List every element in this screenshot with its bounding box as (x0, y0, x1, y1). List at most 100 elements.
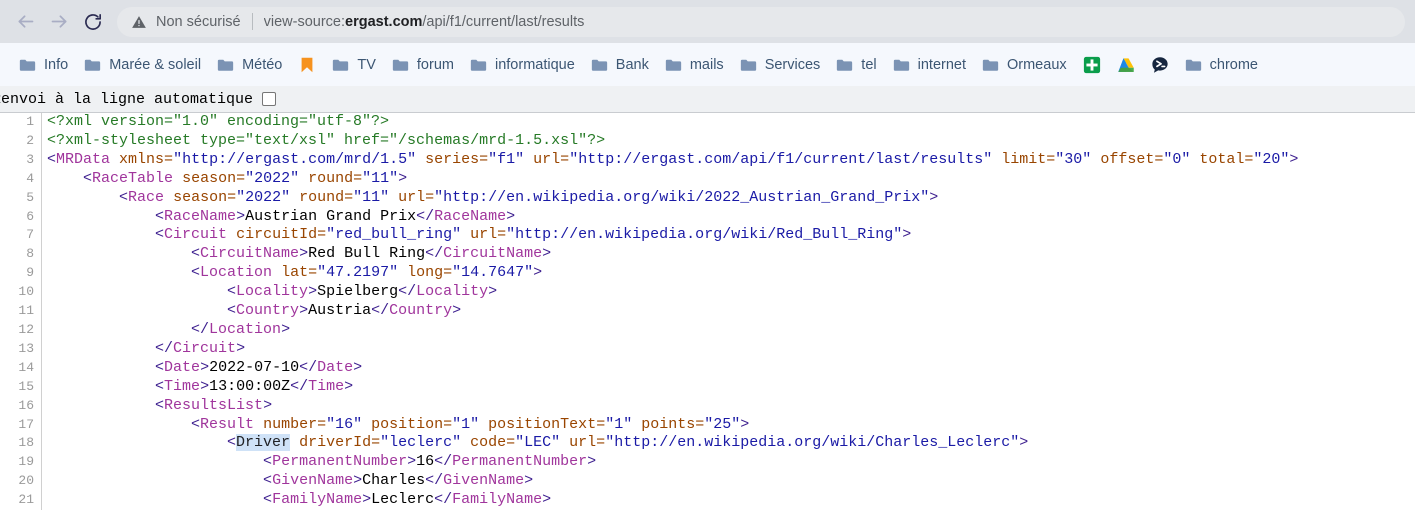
line-content[interactable]: <Race season="2022" round="11" url="http… (42, 189, 1415, 208)
warning-triangle-icon (131, 14, 147, 30)
code-token: </ (416, 207, 435, 225)
code-token: Austria (308, 302, 372, 320)
code-token: > (236, 339, 246, 357)
bookmark-forum[interactable]: forum (385, 51, 461, 79)
reload-button[interactable] (76, 5, 110, 39)
line-content[interactable]: <Circuit circuitId="red_bull_ring" url="… (42, 226, 1415, 245)
bookmark-label: Météo (242, 56, 283, 73)
code-token: Red Bull Ring (308, 245, 426, 263)
bookmark-google-drive[interactable] (1110, 51, 1142, 79)
code-token: url= (533, 150, 570, 168)
code-token: position= (371, 415, 453, 433)
code-token: CircuitName (443, 245, 543, 263)
code-line: 7 <Circuit circuitId="red_bull_ring" url… (0, 226, 1415, 246)
line-content[interactable]: <Result number="16" position="1" positio… (42, 416, 1415, 435)
code-token: > (488, 283, 498, 301)
code-token: PermanentNumber (452, 453, 588, 471)
line-number: 3 (0, 150, 42, 170)
arrow-right-icon (49, 11, 70, 32)
bookmark-orange-bookmark[interactable] (291, 51, 323, 79)
line-content[interactable]: <Locality>Spielberg</Locality> (42, 283, 1415, 302)
line-content[interactable]: <?xml-stylesheet type="text/xsl" href="/… (42, 132, 1415, 151)
code-token: < (227, 283, 237, 301)
bookmark-ormeaux[interactable]: Ormeaux (975, 51, 1074, 79)
line-content[interactable]: </Circuit> (42, 340, 1415, 359)
line-content[interactable]: <Driver driverId="leclerc" code="LEC" ur… (42, 434, 1415, 453)
line-content[interactable]: <FamilyName>Leclerc</FamilyName> (42, 491, 1415, 510)
bookmark-bank[interactable]: Bank (584, 51, 656, 79)
line-content[interactable]: <RaceTable season="2022" round="11"> (42, 170, 1415, 189)
code-token: Austrian Grand Prix (245, 207, 417, 225)
bookmark-tel[interactable]: tel (829, 51, 883, 79)
code-token: "14.7647" (452, 264, 534, 282)
bookmark-mails[interactable]: mails (658, 51, 731, 79)
code-token: > (200, 358, 210, 376)
code-token: Location (200, 264, 273, 282)
code-token: positionText= (488, 415, 606, 433)
line-content[interactable]: <ResultsList> (42, 397, 1415, 416)
code-line: 17 <Result number="16" position="1" posi… (0, 415, 1415, 435)
folder-icon (665, 58, 682, 72)
line-content[interactable]: <Country>Austria</Country> (42, 302, 1415, 321)
bookmark-label: Ormeaux (1007, 56, 1067, 73)
code-token: > (236, 207, 246, 225)
code-token: "red_bull_ring" (326, 226, 462, 244)
code-token: RaceName (434, 207, 507, 225)
code-line: 19 <PermanentNumber>16</PermanentNumber> (0, 453, 1415, 473)
code-token: > (587, 453, 597, 471)
line-content[interactable]: <MRData xmlns="http://ergast.com/mrd/1.5… (42, 151, 1415, 170)
line-content[interactable]: <Time>13:00:00Z</Time> (42, 378, 1415, 397)
bookmark-tv[interactable]: TV (325, 51, 383, 79)
view-source-content: 1 <?xml version="1.0" encoding="utf-8"?> 2… (0, 113, 1415, 510)
bookmark-services[interactable]: Services (733, 51, 828, 79)
code-token: Result (200, 415, 255, 433)
address-bar[interactable]: Non sécurisé view-source:ergast.com/api/… (117, 6, 1405, 37)
code-token: > (344, 377, 354, 395)
line-content[interactable]: <Date>2022-07-10</Date> (42, 359, 1415, 378)
code-token: offset= (1100, 150, 1164, 168)
line-content[interactable]: <GivenName>Charles</GivenName> (42, 472, 1415, 491)
code-token: Circuit (164, 226, 228, 244)
line-content[interactable]: <?xml version="1.0" encoding="utf-8"?> (42, 113, 1415, 132)
bookmark-dark-chat[interactable] (1144, 51, 1176, 79)
code-token: Charles (362, 472, 426, 490)
bookmark-internet[interactable]: internet (886, 51, 973, 79)
bookmark-m-t-o[interactable]: Météo (210, 51, 289, 79)
code-token: </ (434, 453, 453, 471)
line-content[interactable]: <CircuitName>Red Bull Ring</CircuitName> (42, 245, 1415, 264)
line-content[interactable]: <RaceName>Austrian Grand Prix</RaceName> (42, 208, 1415, 227)
bookmark-green-cross[interactable] (1076, 51, 1108, 79)
bookmark-mar-e-soleil[interactable]: Marée & soleil (77, 51, 208, 79)
back-button[interactable] (8, 5, 42, 39)
code-line: 14 <Date>2022-07-10</Date> (0, 358, 1415, 378)
line-content[interactable]: <Location lat="47.2197" long="14.7647"> (42, 264, 1415, 283)
code-token: FamilyName (452, 491, 543, 509)
code-token: > (1019, 434, 1029, 452)
line-number: 13 (0, 339, 42, 359)
line-content[interactable]: <PermanentNumber>16</PermanentNumber> (42, 453, 1415, 472)
bookmark-informatique[interactable]: informatique (463, 51, 582, 79)
line-number: 14 (0, 358, 42, 378)
folder-icon (19, 58, 36, 72)
code-token: </ (155, 339, 174, 357)
forward-button[interactable] (42, 5, 76, 39)
line-content[interactable]: </Location> (42, 321, 1415, 340)
address-bar-url: view-source:ergast.com/api/f1/current/la… (264, 14, 1391, 30)
bookmark-chrome[interactable]: chrome (1178, 51, 1265, 79)
code-token: number= (263, 415, 327, 433)
line-wrap-checkbox[interactable] (262, 92, 277, 106)
code-token: "0" (1163, 150, 1191, 168)
bookmark-label: Bank (615, 56, 649, 73)
line-number: 2 (0, 131, 42, 151)
code-token: 2022-07-10 (209, 358, 300, 376)
bookmark-label: internet (917, 56, 966, 73)
bookmark-info[interactable]: Info (12, 51, 75, 79)
